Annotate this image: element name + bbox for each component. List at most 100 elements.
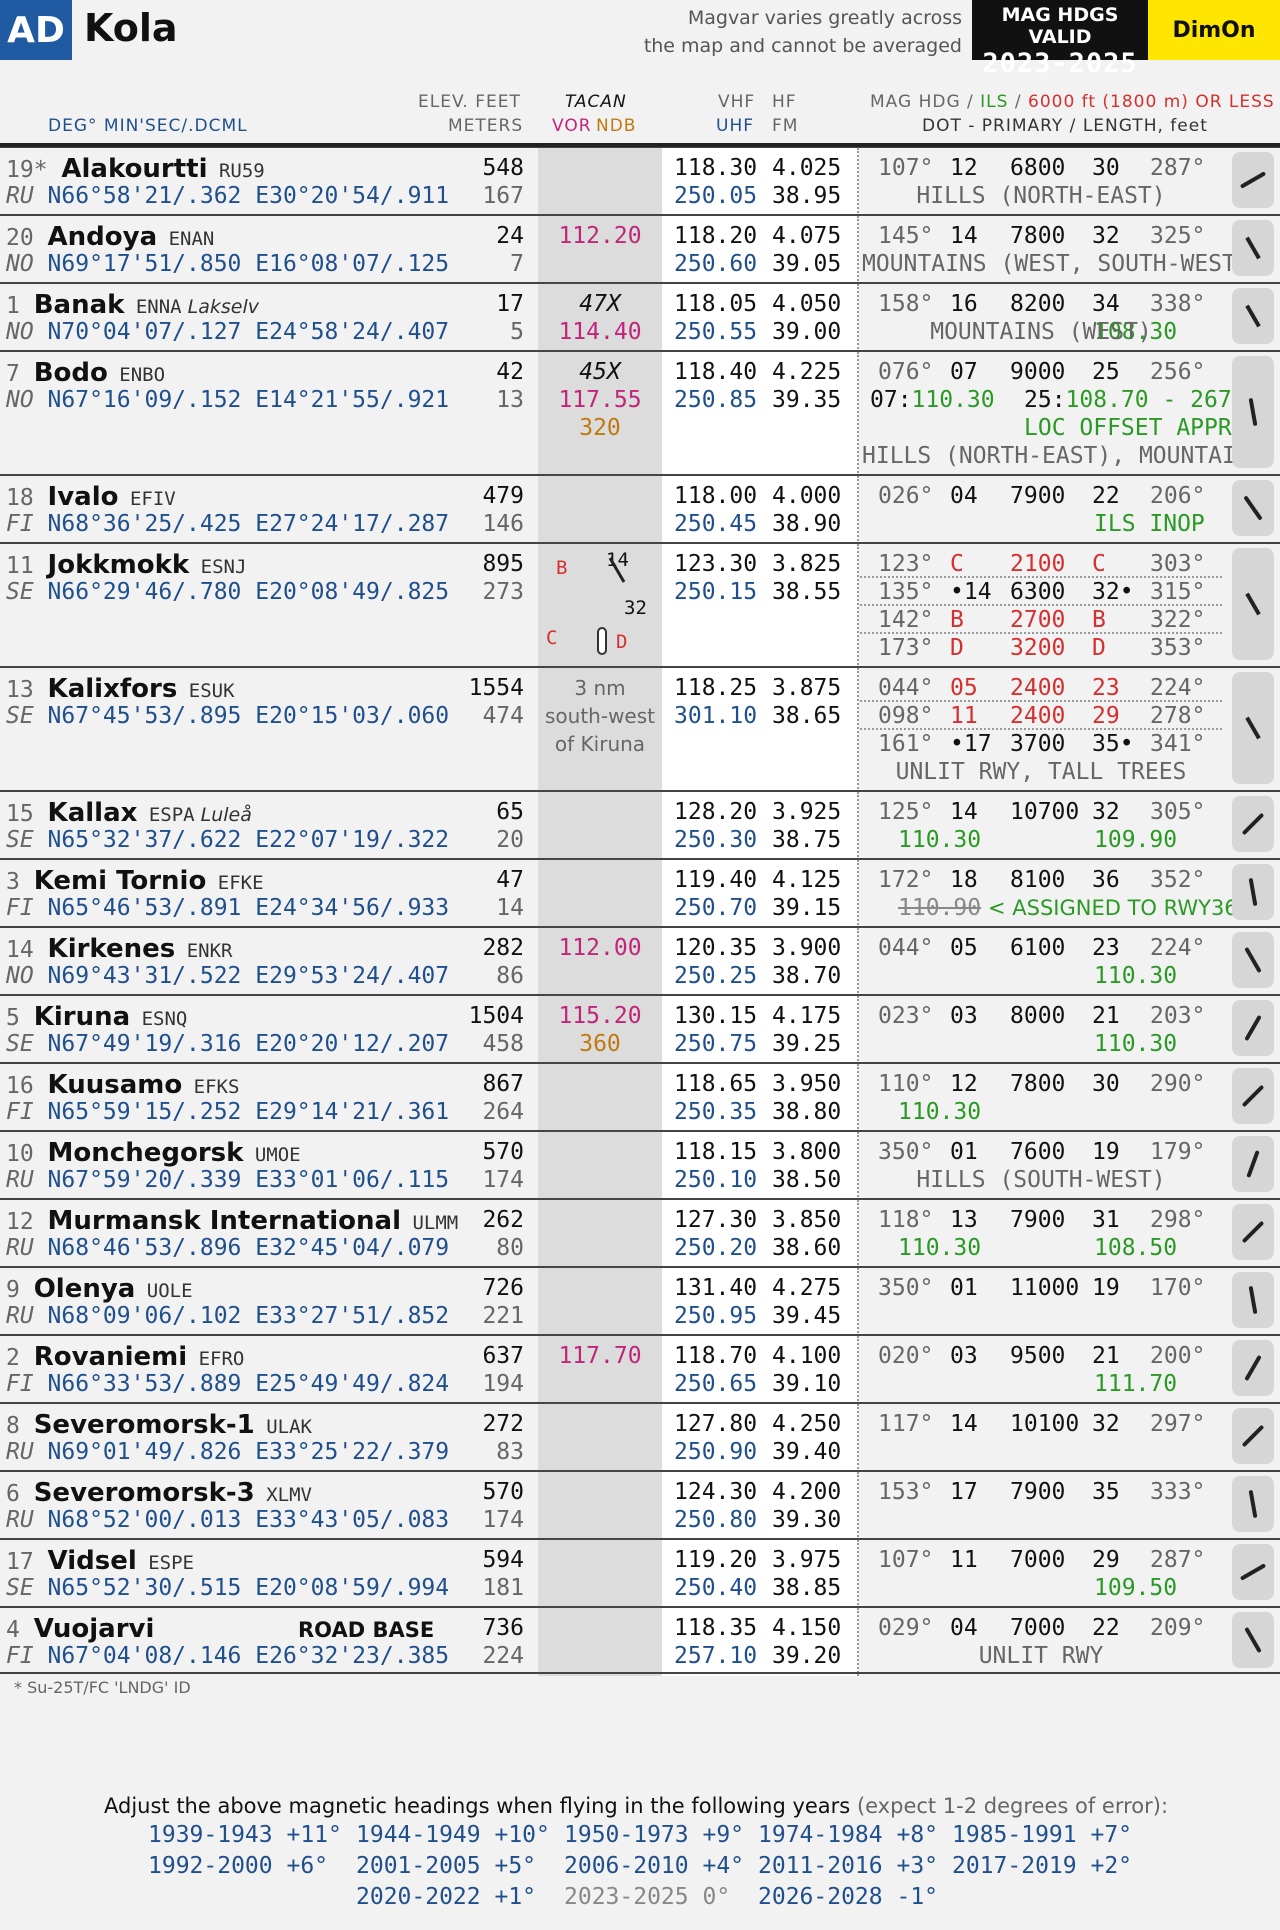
airfield-title-line: 9 Olenya UOLE (6, 1274, 193, 1304)
airfield-icao: UOLE (135, 1280, 193, 1302)
hf-frequency: 4.100 (772, 1343, 842, 1369)
ils-frequency-struck: 110.90 (898, 895, 982, 921)
airfield-icao: EFIV (118, 488, 176, 510)
vor-frequency: 117.70 (558, 1343, 642, 1369)
airfield-title-line: 8 Severomorsk-1 ULAK (6, 1410, 312, 1440)
ils-freq-a: 110.30 (911, 387, 995, 413)
airfield-coords-line: RU N66°58'21/.362 E30°20'54/.911 (6, 182, 449, 210)
short-runway-label: 6000 ft (1800 m) OR LESS (1028, 92, 1275, 112)
airfield-name: Severomorsk-1 (33, 1410, 255, 1440)
adjust-cell: 1985-1991 +7° (952, 1822, 1133, 1848)
uhf-frequency: 250.90 (674, 1439, 758, 1465)
airfield-name: Bodo (33, 358, 108, 388)
airfield-coords-line: RU N68°46'53/.896 E32°45'04/.079 (6, 1234, 449, 1262)
hf-frequency: 4.125 (772, 867, 842, 893)
elev-meters-header: METERS (448, 116, 524, 136)
elevation-feet: 548 (482, 155, 524, 181)
runway-id-2: 29 (1092, 1547, 1120, 1573)
airfield-coords: N67°04'08/.146 E26°32'23/.385 (47, 1643, 450, 1669)
country-code: RU (6, 183, 48, 209)
runway-length: 2400 (1010, 675, 1066, 701)
terrain-note: UNLIT RWY, TALL TREES (895, 759, 1187, 785)
elevation-feet: 282 (482, 935, 524, 961)
runway-separator (860, 700, 1222, 702)
adjust-cell: 1974-1984 +8° (758, 1822, 939, 1848)
country-code: FI (6, 1099, 48, 1125)
runway-length: 7000 (1010, 1615, 1066, 1641)
uhf-frequency: 250.40 (674, 1575, 758, 1601)
airfield-name: Kalixfors (47, 674, 178, 704)
hf-frequency: 3.850 (772, 1207, 842, 1233)
ndb-frequency: 360 (579, 1031, 621, 1057)
runway-length: 6300 (1010, 579, 1066, 605)
ils-freq-b: 108.70 - 267° (1065, 387, 1246, 413)
runway-length: 3700 (1010, 731, 1066, 757)
valid-years: 2023-2025 (982, 48, 1138, 79)
elevation-feet: 736 (482, 1615, 524, 1641)
airfield-icao: ULAK (254, 1416, 312, 1438)
airfield-name: Andoya (47, 222, 158, 252)
airfield-coords-line: SE N65°52'30/.515 E20°08'59/.994 (6, 1574, 449, 1602)
airfield-name: Monchegorsk (47, 1138, 244, 1168)
adjust-cell: 2017-2019 +2° (952, 1853, 1133, 1879)
elevation-meters: 273 (482, 579, 524, 605)
runway-id-1: 11 (950, 1547, 978, 1573)
column-divider (857, 928, 859, 996)
column-divider (857, 284, 859, 352)
road-base-label: ROAD BASE (298, 1618, 435, 1642)
airfield-title-line: 15 Kallax ESPA Luleå (6, 798, 252, 828)
vhf-frequency: 120.35 (674, 935, 758, 961)
runway-id-1: 03 (950, 1003, 978, 1029)
runway-orientation-icon (1232, 672, 1274, 784)
dot-primary-header: DOT - PRIMARY / LENGTH, feet (922, 116, 1208, 136)
navaid-band (538, 1404, 662, 1472)
runway-length: 3200 (1010, 635, 1066, 661)
runway-id-2: 32 (1092, 223, 1120, 249)
hf-frequency: 4.225 (772, 359, 842, 385)
uhf-frequency: 250.65 (674, 1371, 758, 1397)
country-code: NO (6, 251, 48, 277)
runway-id-2: D (1092, 635, 1106, 661)
adjust-cell: 2001-2005 +5° (356, 1853, 537, 1879)
airfield-title-line: 10 Monchegorsk UMOE (6, 1138, 301, 1168)
runway-length: 9000 (1010, 359, 1066, 385)
hf-frequency: 4.175 (772, 1003, 842, 1029)
navaid-band (538, 1268, 662, 1336)
uhf-frequency: 250.80 (674, 1507, 758, 1533)
runway-id-2: 29 (1092, 703, 1120, 729)
airfield-coords: N68°36'25/.425 E27°24'17/.287 (47, 511, 450, 537)
airfield-row: 5 Kiruna ESNQ SE N67°49'19/.316 E20°20'12… (0, 994, 1280, 1064)
adjust-note: Adjust the above magnetic headings when … (104, 1792, 1168, 1820)
adjust-cell: 1992-2000 +6° (148, 1853, 329, 1879)
airfield-icao: ESPE (136, 1552, 194, 1574)
airfield-index: 15 (6, 801, 48, 827)
column-divider (857, 216, 859, 284)
runway-orientation-icon (1232, 932, 1274, 988)
airfield-index: 7 (6, 361, 34, 387)
adjust-paren: (expect 1-2 degrees of error): (856, 1794, 1169, 1818)
fm-frequency: 39.35 (772, 387, 842, 413)
uhf-header: UHF (716, 116, 755, 136)
runway-id-1: 11 (950, 703, 978, 729)
airfield-coords-line: FI N66°33'53/.889 E25°49'49/.824 (6, 1370, 449, 1398)
adjust-lead: Adjust the above magnetic headings when … (104, 1794, 851, 1818)
airfield-coords-line: SE N67°45'53/.895 E20°15'03/.060 (6, 702, 449, 730)
runway-id-1: B (950, 607, 964, 633)
column-divider (857, 668, 859, 792)
airfield-index: 13 (6, 677, 48, 703)
airfield-index: 6 (6, 1481, 34, 1507)
ils-label: ILS (980, 92, 1009, 112)
elevation-meters: 167 (482, 183, 524, 209)
runway-heading-2: 322° (1150, 607, 1206, 633)
uhf-frequency: 257.10 (674, 1643, 758, 1669)
airfield-coords: N68°46'53/.896 E32°45'04/.079 (47, 1235, 450, 1261)
elevation-meters: 174 (482, 1507, 524, 1533)
header-bar: AD Kola Magvar varies greatly across the… (0, 0, 1280, 79)
uhf-frequency: 250.25 (674, 963, 758, 989)
fm-frequency: 38.85 (772, 1575, 842, 1601)
runway-heading-1: 098° (878, 703, 934, 729)
vor-frequency: 112.00 (558, 935, 642, 961)
valid-years-box: MAG HDGS VALID 2023-2025 (972, 0, 1148, 79)
column-divider (857, 860, 859, 928)
fm-frequency: 39.40 (772, 1439, 842, 1465)
